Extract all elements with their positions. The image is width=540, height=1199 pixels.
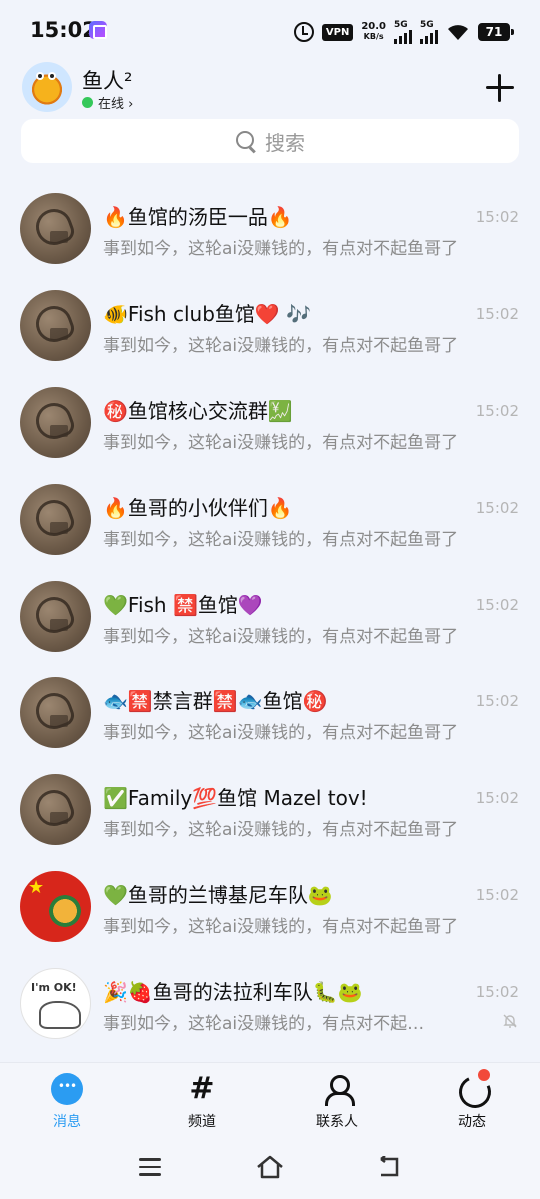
search-bar[interactable]: 搜索 [21, 119, 519, 163]
chat-list: 🔥鱼馆的汤臣一品🔥 15:02 事到如今，这轮ai没赚钱的，有点对不起鱼哥了 🐠… [0, 168, 540, 1040]
chat-time: 15:02 [475, 595, 519, 614]
chat-time: 15:02 [475, 401, 519, 420]
chat-preview: 事到如今，这轮ai没赚钱的，有点对不起鱼哥了 [103, 626, 459, 647]
tab-updates[interactable]: 动态 [422, 1069, 522, 1131]
chat-preview: 事到如今，这轮ai没赚钱的，有点对不起鱼哥了 [103, 917, 459, 938]
chat-time: 15:02 [475, 304, 519, 323]
chat-title: 🐠Fish club鱼馆❤️ 🎶 [103, 301, 312, 326]
chat-title: 💚鱼哥的兰博基尼车队🐸 [103, 883, 333, 908]
network-speed-value: 20.0 [361, 21, 386, 32]
sim2-label: 5G [420, 19, 434, 30]
tab-channels[interactable]: # 频道 [152, 1073, 252, 1131]
header: 鱼人² 在线 › [0, 62, 540, 118]
tab-contacts[interactable]: 联系人 [287, 1073, 387, 1131]
group-avatar [20, 193, 91, 264]
chat-time: 15:02 [475, 886, 519, 905]
tab-label: 频道 [188, 1114, 216, 1130]
chat-time: 15:02 [475, 789, 519, 808]
notification-dot [478, 1069, 490, 1081]
chat-title: 🐟🈲禁言群🈲🐟鱼馆㊙️ [103, 689, 328, 714]
chat-item[interactable]: 💚Fish 🈲鱼馆💜 15:02 事到如今，这轮ai没赚钱的，有点对不起鱼哥了 [0, 556, 540, 653]
status-indicators: VPN 20.0 KB/s 5G 5G 71 [293, 19, 514, 44]
chat-time: 15:02 [475, 208, 519, 226]
bottom-nav: 消息 # 频道 联系人 动态 [0, 1062, 540, 1138]
status-bar: 15:02 VPN 20.0 KB/s 5G 5G 71 [0, 0, 540, 62]
network-speed-unit: KB/s [363, 32, 384, 41]
tab-label: 联系人 [316, 1114, 358, 1130]
battery-icon: 71 [478, 23, 514, 41]
chat-item[interactable]: ㊙️鱼馆核心交流群💹 15:02 事到如今，这轮ai没赚钱的，有点对不起鱼哥了 [0, 362, 540, 459]
system-nav-bar [0, 1138, 540, 1199]
updates-icon [456, 1069, 490, 1105]
group-avatar [20, 677, 91, 749]
chat-item[interactable]: 🐠Fish club鱼馆❤️ 🎶 15:02 事到如今，这轮ai没赚钱的，有点对… [0, 265, 540, 362]
chat-preview: 事到如今，这轮ai没赚钱的，有点对不起鱼哥了 [103, 239, 459, 259]
add-button[interactable] [485, 73, 515, 103]
tab-label: 动态 [458, 1114, 486, 1130]
chat-time: 15:02 [475, 498, 519, 517]
online-status-label: 在线 › [98, 97, 134, 112]
wifi-icon [448, 25, 468, 40]
search-icon [235, 130, 257, 152]
chat-item[interactable]: 🔥鱼哥的小伙伴们🔥 15:02 事到如今，这轮ai没赚钱的，有点对不起鱼哥了 [0, 459, 540, 556]
message-icon [51, 1073, 83, 1105]
sim1-label: 5G [394, 19, 408, 30]
group-avatar [20, 386, 91, 458]
home-button[interactable] [255, 1154, 285, 1180]
person-icon [321, 1073, 355, 1106]
back-button[interactable] [377, 1156, 403, 1178]
profile-avatar[interactable] [22, 62, 72, 112]
group-avatar [20, 774, 91, 846]
app-notification-icon [89, 21, 107, 39]
tab-label: 消息 [53, 1114, 81, 1130]
chat-title: 🎉🍓鱼哥的法拉利车队🐛🐸 [103, 980, 363, 1005]
muted-bell-icon [503, 1014, 517, 1028]
chat-preview: 事到如今，这轮ai没赚钱的，有点对不起鱼哥了 [103, 432, 459, 453]
chat-item[interactable]: 🐟🈲禁言群🈲🐟鱼馆㊙️ 15:02 事到如今，这轮ai没赚钱的，有点对不起鱼哥了 [0, 652, 540, 749]
chat-preview: 事到如今，这轮ai没赚钱的，有点对不起鱼哥了 [103, 529, 459, 550]
group-avatar [20, 871, 91, 943]
chat-preview: 事到如今，这轮ai没赚钱的，有点对不起… [103, 1014, 425, 1035]
chat-time: 15:02 [475, 983, 519, 1002]
alarm-icon [293, 22, 314, 42]
chat-item[interactable]: 🔥鱼馆的汤臣一品🔥 15:02 事到如今，这轮ai没赚钱的，有点对不起鱼哥了 [0, 168, 540, 265]
chat-title: ✅Family💯鱼馆 Mazel tov! [103, 786, 368, 811]
chat-title: 🔥鱼哥的小伙伴们🔥 [103, 495, 293, 520]
hash-icon: # [189, 1071, 215, 1106]
vpn-badge: VPN [321, 23, 354, 41]
recent-apps-button[interactable] [139, 1158, 161, 1176]
network-speed: 20.0 KB/s [361, 22, 386, 42]
chat-preview: 事到如今，这轮ai没赚钱的，有点对不起鱼哥了 [103, 723, 459, 744]
chat-title: ㊙️鱼馆核心交流群💹 [103, 398, 293, 423]
group-avatar [20, 289, 91, 361]
chat-title: 🔥鱼馆的汤臣一品🔥 [103, 205, 293, 229]
chat-preview: 事到如今，这轮ai没赚钱的，有点对不起鱼哥了 [103, 335, 459, 356]
profile-name[interactable]: 鱼人² [82, 65, 132, 95]
chat-item[interactable]: ✅Family💯鱼馆 Mazel tov! 15:02 事到如今，这轮ai没赚钱… [0, 749, 540, 846]
chat-time: 15:02 [475, 692, 519, 711]
online-dot-icon [82, 97, 93, 108]
signal-sim1-icon: 5G [394, 19, 412, 44]
online-status[interactable]: 在线 › [82, 93, 133, 112]
chat-preview: 事到如今，这轮ai没赚钱的，有点对不起鱼哥了 [103, 820, 459, 841]
group-avatar [20, 483, 91, 555]
signal-sim2-icon: 5G [420, 19, 438, 44]
chat-title: 💚Fish 🈲鱼馆💜 [103, 592, 263, 617]
search-placeholder: 搜索 [265, 130, 305, 155]
group-avatar [20, 580, 91, 652]
tab-messages[interactable]: 消息 [17, 1073, 117, 1131]
chat-item[interactable]: 💚鱼哥的兰博基尼车队🐸 15:02 事到如今，这轮ai没赚钱的，有点对不起鱼哥了 [0, 846, 540, 943]
group-avatar [20, 968, 91, 1040]
status-time: 15:02 [30, 18, 97, 42]
chat-item[interactable]: 🎉🍓鱼哥的法拉利车队🐛🐸 15:02 事到如今，这轮ai没赚钱的，有点对不起… [0, 943, 540, 1040]
